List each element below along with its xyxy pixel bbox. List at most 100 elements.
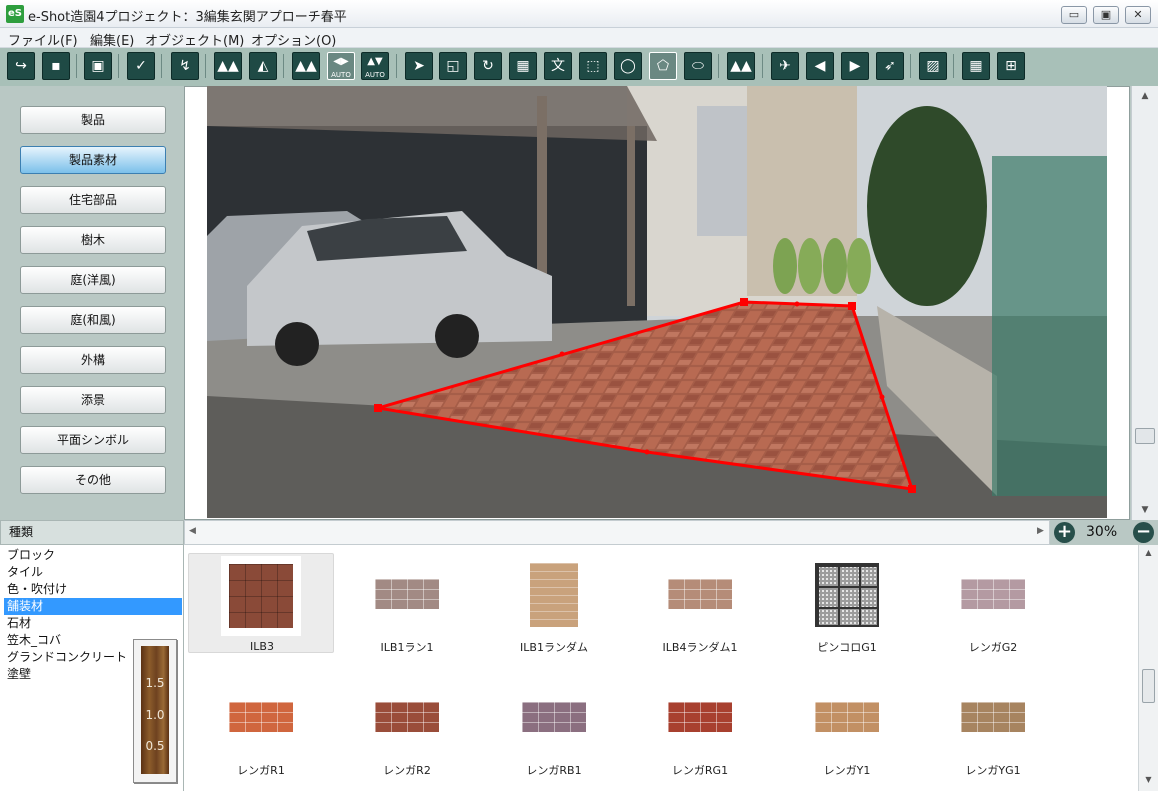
category-product-materials[interactable]: 製品素材 bbox=[20, 146, 166, 174]
grid-icon[interactable]: ▦ bbox=[962, 52, 990, 80]
nav-right-icon[interactable]: ▶ bbox=[841, 52, 869, 80]
tree-back-icon[interactable]: ▲▲ bbox=[214, 52, 242, 80]
plant-icon[interactable]: ▲▲ bbox=[727, 52, 755, 80]
material-item[interactable]: ILB1ランダム bbox=[481, 553, 627, 654]
material-item[interactable]: ピンコロG1 bbox=[774, 553, 920, 654]
maximize-button[interactable]: ▣ bbox=[1093, 6, 1119, 24]
scroll-thumb[interactable] bbox=[1142, 669, 1155, 703]
category-japanese-garden[interactable]: 庭(和風) bbox=[20, 306, 166, 334]
minimize-button[interactable]: ▭ bbox=[1061, 6, 1087, 24]
material-item[interactable]: ILB4ランダム1 bbox=[627, 553, 773, 654]
rect-select-icon[interactable]: ⬚ bbox=[579, 52, 607, 80]
grid-settings-icon[interactable]: ⊞ bbox=[997, 52, 1025, 80]
category-house-parts[interactable]: 住宅部品 bbox=[20, 186, 166, 214]
kind-item-paving[interactable]: 舗装材 bbox=[4, 598, 182, 615]
zoom-control: + 30% − bbox=[1050, 520, 1158, 545]
toolbar-separator bbox=[283, 54, 284, 78]
close-button[interactable]: ✕ bbox=[1125, 6, 1151, 24]
depth-gauge[interactable]: 1.5 1.0 0.5 bbox=[133, 639, 177, 783]
save-icon[interactable]: ▪ bbox=[42, 52, 70, 80]
window-title: e-Shot造園4プロジェクト：3編集玄関アプローチ春平 bbox=[28, 10, 347, 25]
material-item[interactable]: レンガR1 bbox=[188, 676, 334, 777]
scroll-up-arrow-icon[interactable]: ▲ bbox=[1132, 88, 1158, 104]
material-item[interactable]: レンガR2 bbox=[334, 676, 480, 777]
auto-label: AUTO bbox=[331, 71, 351, 79]
depth-wood-swatch: 1.5 1.0 0.5 bbox=[141, 646, 169, 774]
material-item[interactable]: ILB1ラン1 bbox=[334, 553, 480, 654]
material-item[interactable]: レンガY1 bbox=[774, 676, 920, 777]
tree-group-icon[interactable]: ▲▲ bbox=[292, 52, 320, 80]
kind-panel-header: 種類 bbox=[0, 520, 184, 545]
menu-edit[interactable]: 編集(E) bbox=[90, 30, 134, 49]
navigate-icon[interactable]: ✈ bbox=[771, 52, 799, 80]
material-item[interactable]: レンガG2 bbox=[920, 553, 1066, 654]
scroll-thumb[interactable] bbox=[1135, 428, 1155, 444]
scroll-down-arrow-icon[interactable]: ▼ bbox=[1139, 775, 1158, 784]
material-swatch bbox=[961, 579, 1025, 609]
category-exterior[interactable]: 外構 bbox=[20, 346, 166, 374]
nav-forward-icon[interactable]: ➶ bbox=[876, 52, 904, 80]
material-label: ピンコロG1 bbox=[817, 641, 877, 654]
material-item[interactable]: レンガRG1 bbox=[627, 676, 773, 777]
wire-fence bbox=[992, 156, 1107, 496]
material-label: レンガRB1 bbox=[526, 764, 582, 777]
category-western-garden[interactable]: 庭(洋風) bbox=[20, 266, 166, 294]
menu-options[interactable]: オプション(O) bbox=[251, 30, 336, 49]
scroll-right-arrow-icon[interactable]: ▶ bbox=[1037, 526, 1044, 536]
shuffle-icon[interactable]: ↯ bbox=[171, 52, 199, 80]
photo-icon[interactable]: ▣ bbox=[84, 52, 112, 80]
kind-item-block[interactable]: ブロック bbox=[4, 547, 182, 564]
select-arrow-icon[interactable]: ➤ bbox=[405, 52, 433, 80]
picture-icon[interactable]: ▦ bbox=[509, 52, 537, 80]
category-plan-symbols[interactable]: 平面シンボル bbox=[20, 426, 166, 454]
material-item[interactable]: レンガRB1 bbox=[481, 676, 627, 777]
kind-item-stone[interactable]: 石材 bbox=[4, 615, 182, 632]
hatch-icon[interactable]: ▨ bbox=[919, 52, 947, 80]
check-icon[interactable]: ✓ bbox=[127, 52, 155, 80]
material-vertical-scrollbar[interactable]: ▲ ▼ bbox=[1138, 545, 1158, 791]
category-products[interactable]: 製品 bbox=[20, 106, 166, 134]
scroll-up-arrow-icon[interactable]: ▲ bbox=[1139, 548, 1158, 557]
toolbar-separator bbox=[118, 54, 119, 78]
flip-horizontal-auto-icon[interactable]: ◀▶ AUTO bbox=[327, 52, 355, 80]
kind-item-paint-spray[interactable]: 色・吹付け bbox=[4, 581, 182, 598]
open-icon[interactable]: ↪ bbox=[7, 52, 35, 80]
ellipse-select-icon[interactable]: ◯ bbox=[614, 52, 642, 80]
zoom-in-button[interactable]: + bbox=[1054, 522, 1075, 543]
scroll-down-arrow-icon[interactable]: ▼ bbox=[1132, 502, 1158, 518]
material-swatch bbox=[668, 702, 732, 732]
app-logo-icon: eS bbox=[6, 5, 24, 23]
material-label: ILB4ランダム1 bbox=[662, 641, 738, 654]
carport-post bbox=[627, 126, 635, 306]
nav-left-icon[interactable]: ◀ bbox=[806, 52, 834, 80]
menu-file[interactable]: ファイル(F) bbox=[8, 30, 78, 49]
scene-svg bbox=[207, 86, 1107, 518]
category-scenery[interactable]: 添景 bbox=[20, 386, 166, 414]
scroll-left-arrow-icon[interactable]: ◀ bbox=[189, 526, 196, 536]
category-trees[interactable]: 樹木 bbox=[20, 226, 166, 254]
material-item[interactable]: レンガYG1 bbox=[920, 676, 1066, 777]
category-other[interactable]: その他 bbox=[20, 466, 166, 494]
material-item[interactable]: ILB3 bbox=[188, 553, 334, 653]
toolbar-separator bbox=[910, 54, 911, 78]
rotate-icon[interactable]: ↻ bbox=[474, 52, 502, 80]
canvas-vertical-scrollbar[interactable]: ▲ ▼ bbox=[1131, 86, 1158, 520]
kind-item-tile[interactable]: タイル bbox=[4, 564, 182, 581]
zoom-out-button[interactable]: − bbox=[1133, 522, 1154, 543]
canvas-horizontal-scrollbar[interactable]: ◀ ▶ bbox=[184, 520, 1050, 545]
material-swatch bbox=[221, 556, 301, 636]
menu-object[interactable]: オブジェクト(M) bbox=[145, 30, 244, 49]
material-swatch bbox=[668, 579, 732, 609]
text-icon[interactable]: 文 bbox=[544, 52, 572, 80]
freeform-select-icon[interactable]: ⬭ bbox=[684, 52, 712, 80]
photo-canvas[interactable] bbox=[207, 86, 1107, 518]
tree-photo-icon[interactable]: ◭ bbox=[249, 52, 277, 80]
material-swatch bbox=[961, 702, 1025, 732]
flip-vertical-auto-icon[interactable]: ▲▼ AUTO bbox=[361, 52, 389, 80]
material-label: レンガG2 bbox=[968, 641, 1018, 654]
polygon-select-icon[interactable]: ⬠ bbox=[649, 52, 677, 80]
kind-list: ブロック タイル 色・吹付け 舗装材 石材 笠木_コバ グランドコンクリート 塗… bbox=[0, 545, 184, 791]
place-icon[interactable]: ◱ bbox=[439, 52, 467, 80]
toolbar-separator bbox=[161, 54, 162, 78]
toolbar: ↪ ▪ ▣ ✓ ↯ ▲▲ ◭ ▲▲ ◀▶ AUTO ▲▼ AUTO ➤ ◱ ↻ … bbox=[0, 48, 1158, 86]
